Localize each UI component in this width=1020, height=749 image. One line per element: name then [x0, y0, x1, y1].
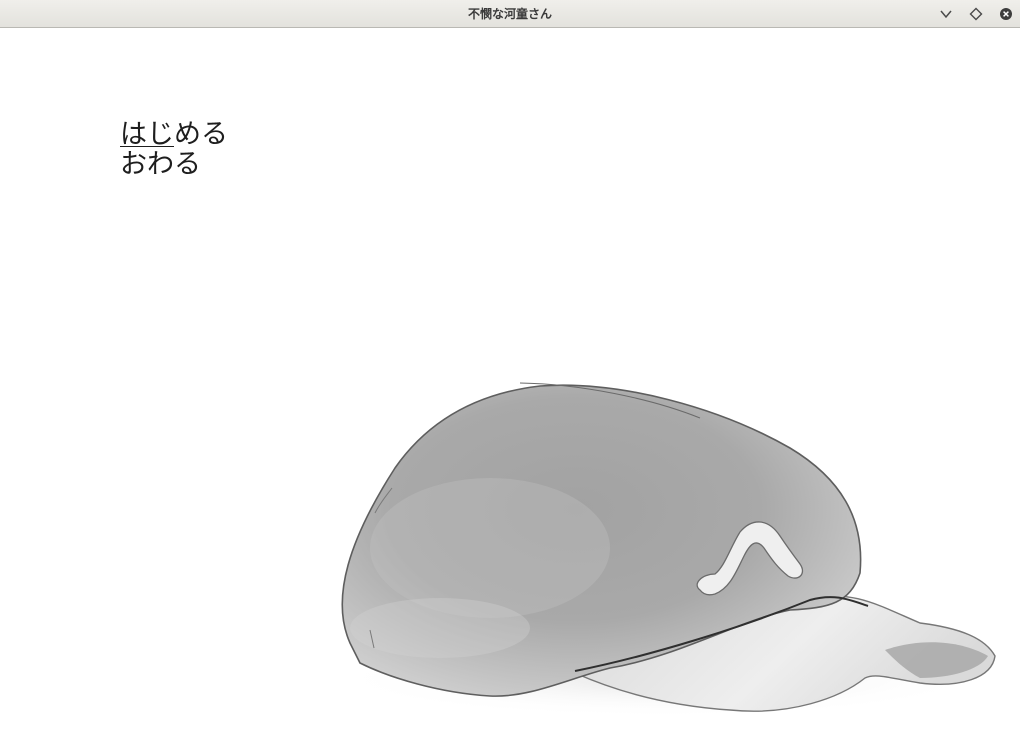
window-title: 不憫な河童さん	[467, 7, 552, 21]
menu-item-start-label-b: める	[174, 119, 228, 150]
title-menu: はじめる おわる	[120, 120, 228, 180]
app-window: 不憫な河童さん はじめる おわる	[0, 0, 1020, 749]
menu-item-quit-label: おわる	[120, 149, 201, 180]
close-button[interactable]	[996, 4, 1016, 24]
cap-highlight	[370, 478, 610, 618]
menu-item-start[interactable]: はじめる	[120, 120, 228, 150]
game-canvas: はじめる おわる	[0, 28, 1020, 749]
minimize-button[interactable]	[936, 4, 956, 24]
menu-item-start-label-a: はじ	[120, 119, 174, 150]
close-circle-icon	[1000, 8, 1012, 20]
kappa-cap-illustration	[330, 382, 996, 718]
menu-item-quit[interactable]: おわる	[120, 150, 228, 180]
cap-highlight-lower	[350, 598, 530, 658]
maximize-button[interactable]	[966, 4, 986, 24]
diamond-icon	[969, 7, 983, 21]
title-bar[interactable]: 不憫な河童さん	[0, 0, 1020, 28]
chevron-down-icon	[940, 10, 952, 19]
